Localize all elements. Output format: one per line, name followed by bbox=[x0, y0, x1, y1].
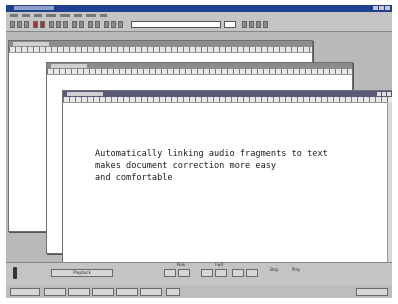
menu-file[interactable] bbox=[10, 14, 18, 17]
task-button-5[interactable] bbox=[140, 288, 162, 296]
justify-icon[interactable] bbox=[263, 21, 268, 28]
save-icon[interactable] bbox=[24, 21, 29, 28]
menu-tools[interactable] bbox=[74, 14, 82, 17]
maximize-icon[interactable] bbox=[382, 92, 386, 96]
app-title-bar bbox=[6, 5, 392, 12]
document-line-2: makes document correction more easy bbox=[95, 161, 277, 171]
document-line-3: and comfortable bbox=[95, 173, 173, 183]
stop-button[interactable] bbox=[232, 269, 244, 277]
window-caption bbox=[51, 64, 87, 68]
font-select[interactable] bbox=[131, 21, 221, 28]
forward-button[interactable] bbox=[201, 269, 213, 277]
record-icon[interactable] bbox=[33, 21, 38, 28]
app-title bbox=[14, 6, 54, 10]
menu-bar bbox=[6, 12, 392, 19]
task-button-4[interactable] bbox=[116, 288, 138, 296]
menu-format[interactable] bbox=[60, 14, 70, 17]
document-area: Automatically linking audio fragments to… bbox=[6, 32, 392, 264]
task-button-6[interactable] bbox=[166, 288, 180, 296]
menu-edit[interactable] bbox=[22, 14, 30, 17]
new-icon[interactable] bbox=[10, 21, 15, 28]
start-button[interactable] bbox=[10, 288, 40, 296]
redo-icon[interactable] bbox=[79, 21, 84, 28]
cut-icon[interactable] bbox=[49, 21, 54, 28]
task-button-3[interactable] bbox=[92, 288, 114, 296]
document-text[interactable]: Automatically linking audio fragments to… bbox=[95, 148, 328, 184]
minimize-icon[interactable] bbox=[373, 6, 378, 10]
system-tray bbox=[356, 288, 388, 296]
maximize-icon[interactable] bbox=[379, 6, 384, 10]
playback-button[interactable]: Playback bbox=[51, 269, 113, 277]
underline-icon[interactable] bbox=[118, 21, 123, 28]
window-caption bbox=[67, 92, 103, 96]
paste-icon[interactable] bbox=[63, 21, 68, 28]
open-icon[interactable] bbox=[17, 21, 22, 28]
task-button-2[interactable] bbox=[68, 288, 90, 296]
menu-window[interactable] bbox=[86, 14, 96, 17]
rewind-button[interactable] bbox=[164, 269, 176, 277]
menu-help[interactable] bbox=[100, 14, 107, 17]
document-line-1: Automatically linking audio fragments to… bbox=[95, 149, 328, 159]
close-icon[interactable] bbox=[385, 6, 390, 10]
ruler bbox=[63, 97, 392, 103]
app-window: Automatically linking audio fragments to… bbox=[6, 5, 392, 298]
microphone-icon[interactable] bbox=[13, 267, 17, 279]
fast-forward-button[interactable] bbox=[215, 269, 227, 277]
minimize-icon[interactable] bbox=[377, 92, 381, 96]
ruler bbox=[47, 69, 352, 75]
align-center-icon[interactable] bbox=[249, 21, 254, 28]
play-button[interactable] bbox=[246, 269, 258, 277]
print-icon[interactable] bbox=[88, 21, 93, 28]
task-button-1[interactable] bbox=[44, 288, 66, 296]
play-label: Play bbox=[291, 267, 301, 272]
ruler bbox=[9, 47, 312, 53]
vertical-scrollbar[interactable] bbox=[387, 102, 392, 263]
rewind-label: Rew bbox=[176, 262, 186, 267]
playback-label: Playback bbox=[73, 270, 91, 275]
forward-label: Fwd bbox=[214, 262, 224, 267]
document-window-active[interactable]: Automatically linking audio fragments to… bbox=[62, 90, 392, 264]
back-button[interactable] bbox=[178, 269, 190, 277]
preview-icon[interactable] bbox=[95, 21, 100, 28]
menu-view[interactable] bbox=[34, 14, 42, 17]
close-icon[interactable] bbox=[387, 92, 391, 96]
align-left-icon[interactable] bbox=[242, 21, 247, 28]
font-size-select[interactable] bbox=[224, 21, 236, 28]
align-right-icon[interactable] bbox=[256, 21, 261, 28]
copy-icon[interactable] bbox=[56, 21, 61, 28]
taskbar bbox=[6, 285, 392, 298]
record-stop-icon[interactable] bbox=[40, 21, 45, 28]
bold-icon[interactable] bbox=[104, 21, 109, 28]
window-caption bbox=[13, 42, 49, 46]
toolbar bbox=[6, 19, 392, 32]
stop-label: Stop bbox=[269, 267, 279, 272]
menu-insert[interactable] bbox=[46, 14, 56, 17]
undo-icon[interactable] bbox=[72, 21, 77, 28]
italic-icon[interactable] bbox=[111, 21, 116, 28]
